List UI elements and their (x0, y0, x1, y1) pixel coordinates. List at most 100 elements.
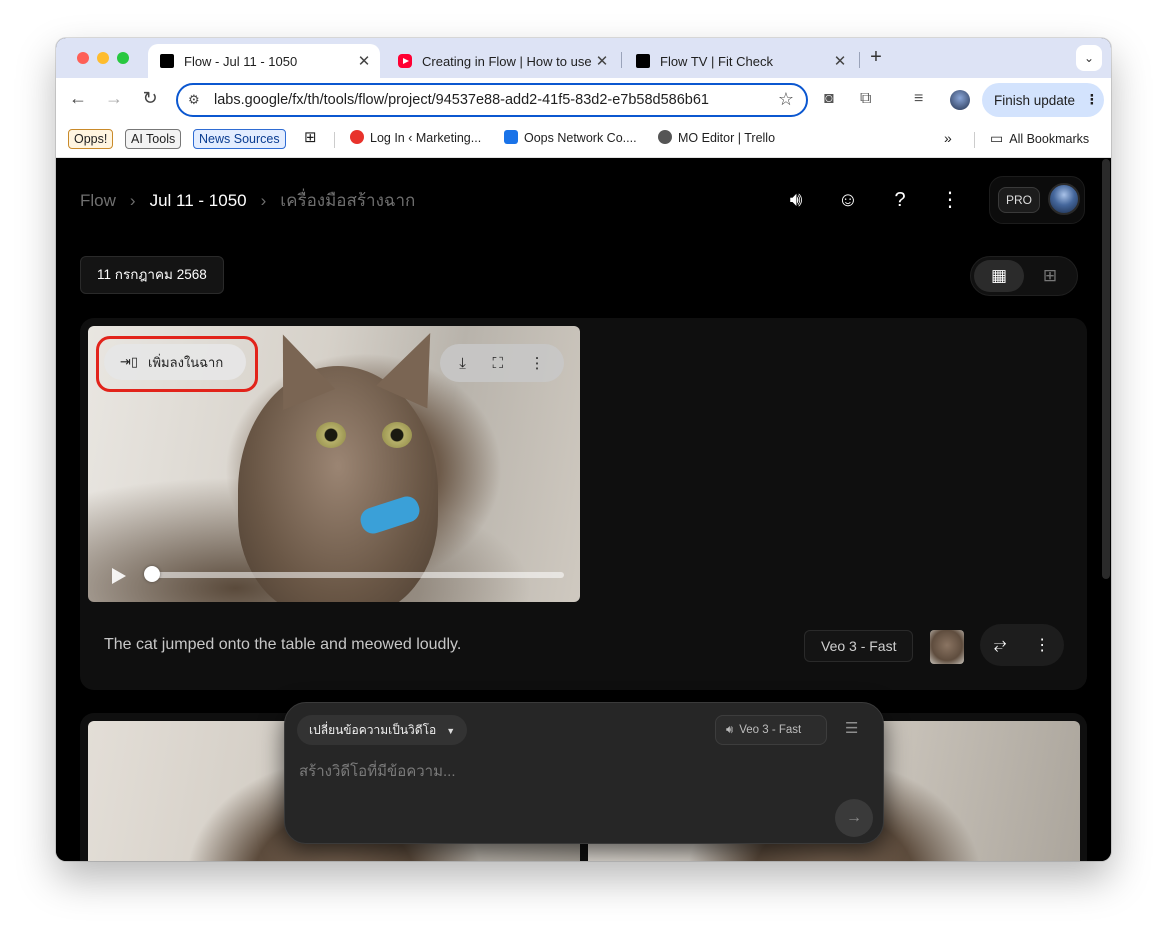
close-tab-icon[interactable]: ✕ (592, 52, 612, 70)
minimize-window-button[interactable] (97, 52, 109, 64)
close-window-button[interactable] (77, 52, 89, 64)
chevron-right-icon: › (260, 190, 267, 210)
settings-sliders-icon[interactable]: ☰ (845, 719, 858, 737)
reuse-prompt-icon[interactable]: ⥂ (994, 636, 1007, 654)
tab-separator (859, 52, 860, 68)
tab-title: Flow TV | Fit Check (660, 53, 773, 69)
page-scrollbar[interactable] (1102, 159, 1110, 579)
cat-eye (316, 422, 346, 448)
address-url[interactable]: labs.google/fx/th/tools/flow/project/945… (214, 92, 709, 108)
youtube-favicon-icon (398, 54, 412, 68)
breadcrumb-scene-builder: เครื่องมือสร้างฉาก (280, 191, 416, 210)
play-icon[interactable] (112, 568, 126, 584)
bookmark-label: Log In ‹ Marketing... (370, 131, 482, 145)
breadcrumb: Flow › Jul 11 - 1050 › เครื่องมือสร้างฉา… (80, 187, 415, 214)
tab-title: Creating in Flow | How to use (422, 53, 592, 69)
site-settings-icon[interactable]: ⚙ (188, 92, 200, 108)
bookmarks-bar: Opps! AI Tools News Sources ⊞ Log In ‹ M… (56, 122, 1111, 158)
close-tab-icon[interactable]: ✕ (830, 52, 850, 70)
more-vert-icon[interactable]: ⋮ (530, 354, 545, 372)
extensions-puzzle-icon[interactable]: ⧉ (860, 90, 871, 108)
discord-icon[interactable]: ☺ (835, 187, 861, 213)
bookmark-ai-tools[interactable]: AI Tools (125, 129, 182, 149)
video-card: ⇥▯ เพิ่มลงในฉาก ⤓ ⛶ ⋮ The cat jumped ont… (80, 318, 1087, 690)
profile-avatar-icon[interactable] (950, 90, 970, 110)
finish-update-button[interactable]: Finish update ⋮ (982, 83, 1104, 117)
bookmark-oops-network[interactable]: Oops Network Co.... (504, 129, 637, 149)
view-toggle: ▦ ⊞ (970, 256, 1078, 296)
bookmark-login-marketing[interactable]: Log In ‹ Marketing... (350, 129, 481, 149)
video-progress-thumb[interactable] (144, 566, 160, 582)
forward-arrow-icon[interactable]: → (102, 88, 126, 109)
video-controls: ⤓ ⛶ ⋮ (440, 344, 564, 382)
globe-favicon-icon (658, 130, 672, 144)
breadcrumb-flow[interactable]: Flow (80, 191, 116, 211)
all-bookmarks-button[interactable]: ▭ All Bookmarks (990, 129, 1089, 149)
mode-dropdown[interactable]: เปลี่ยนข้อความเป็นวิดีโอ ▼ (297, 715, 468, 745)
browser-window: Flow - Jul 11 - 1050 ✕ Creating in Flow … (56, 38, 1111, 861)
cat-image (238, 366, 438, 602)
more-bookmarks-chevron-icon[interactable]: » (944, 129, 952, 149)
video-player[interactable]: ⇥▯ เพิ่มลงในฉาก ⤓ ⛶ ⋮ (88, 326, 580, 602)
help-icon[interactable]: ? (887, 187, 913, 213)
tab-title: Flow - Jul 11 - 1050 (184, 53, 298, 69)
bookmark-opps[interactable]: Opps! (68, 129, 114, 149)
tab-strip: Flow - Jul 11 - 1050 ✕ Creating in Flow … (56, 38, 1111, 78)
mode-label: เปลี่ยนข้อความเป็นวิดีโอ (309, 723, 437, 737)
bookmark-label: MO Editor | Trello (678, 131, 776, 145)
tab-creating-in-flow[interactable]: Creating in Flow | How to use ✕ (386, 44, 618, 78)
folder-icon: ▭ (990, 130, 1004, 146)
calendar-favicon-icon (504, 130, 518, 144)
flow-favicon-icon (160, 54, 174, 68)
prompt-input[interactable] (299, 757, 819, 785)
video-progress-track[interactable] (152, 572, 564, 578)
date-chip: 11 กรกฎาคม 2568 (80, 256, 224, 294)
download-icon[interactable]: ⤓ (459, 355, 466, 372)
camera-icon[interactable]: ◙ (824, 90, 834, 108)
reload-icon[interactable]: ↻ (138, 88, 162, 109)
reference-image-thumbnail[interactable] (930, 630, 964, 664)
more-vert-icon[interactable]: ⋮ (937, 187, 963, 213)
model-chip: Veo 3 - Fast (804, 630, 914, 662)
bookmark-separator (974, 132, 975, 148)
composer-model-button[interactable]: 🔊︎ Veo 3 - Fast (715, 715, 827, 745)
grid-view-icon[interactable]: ▦ (974, 260, 1024, 292)
breadcrumb-project[interactable]: Jul 11 - 1050 (150, 191, 247, 211)
table-view-icon[interactable]: ⊞ (1025, 260, 1075, 292)
tab-search-chevron-icon[interactable]: ⌄ (1076, 45, 1102, 71)
media-queue-icon[interactable]: ≡ (914, 90, 923, 108)
more-vert-icon[interactable]: ⋮ (1034, 635, 1050, 655)
user-avatar[interactable] (1048, 183, 1080, 215)
apps-grid-icon[interactable]: ⊞ (304, 129, 317, 149)
bookmark-news-sources[interactable]: News Sources (193, 129, 286, 149)
tab-flow-project[interactable]: Flow - Jul 11 - 1050 ✕ (148, 44, 380, 78)
volume-icon[interactable]: 🔊︎ (783, 187, 809, 213)
bookmark-separator (334, 132, 335, 148)
bookmark-label: Oops Network Co.... (524, 131, 637, 145)
volume-icon: 🔊︎ (726, 724, 734, 736)
cat-eye (382, 422, 412, 448)
chevron-right-icon: › (129, 190, 136, 210)
account-menu[interactable]: PRO (989, 176, 1085, 224)
bookmark-star-icon[interactable]: ☆ (778, 89, 794, 110)
tab-separator (621, 52, 622, 68)
finish-update-label: Finish update (994, 92, 1076, 108)
new-tab-button[interactable]: + (866, 46, 886, 69)
flow-favicon-icon (636, 54, 650, 68)
back-arrow-icon[interactable]: ← (66, 88, 90, 109)
zoom-window-button[interactable] (117, 52, 129, 64)
fullscreen-icon[interactable]: ⛶ (493, 355, 504, 372)
send-arrow-icon[interactable]: → (835, 799, 873, 837)
highlight-annotation (96, 336, 258, 392)
more-vert-icon: ⋮ (1085, 92, 1099, 107)
bookmark-mo-editor[interactable]: MO Editor | Trello (658, 129, 775, 149)
video-prompt-text: The cat jumped onto the table and meowed… (104, 636, 462, 653)
composer-model-label: Veo 3 - Fast (739, 724, 802, 736)
close-tab-icon[interactable]: ✕ (354, 52, 374, 70)
tab-flow-tv[interactable]: Flow TV | Fit Check ✕ (624, 44, 856, 78)
address-bar[interactable]: ⚙ labs.google/fx/th/tools/flow/project/9… (176, 83, 808, 117)
marketing-favicon-icon (350, 130, 364, 144)
card-actions: ⥂ ⋮ (980, 624, 1064, 666)
caret-down-icon: ▼ (446, 726, 456, 736)
prompt-composer: เปลี่ยนข้อความเป็นวิดีโอ ▼ 🔊︎ Veo 3 - Fast… (284, 702, 884, 844)
